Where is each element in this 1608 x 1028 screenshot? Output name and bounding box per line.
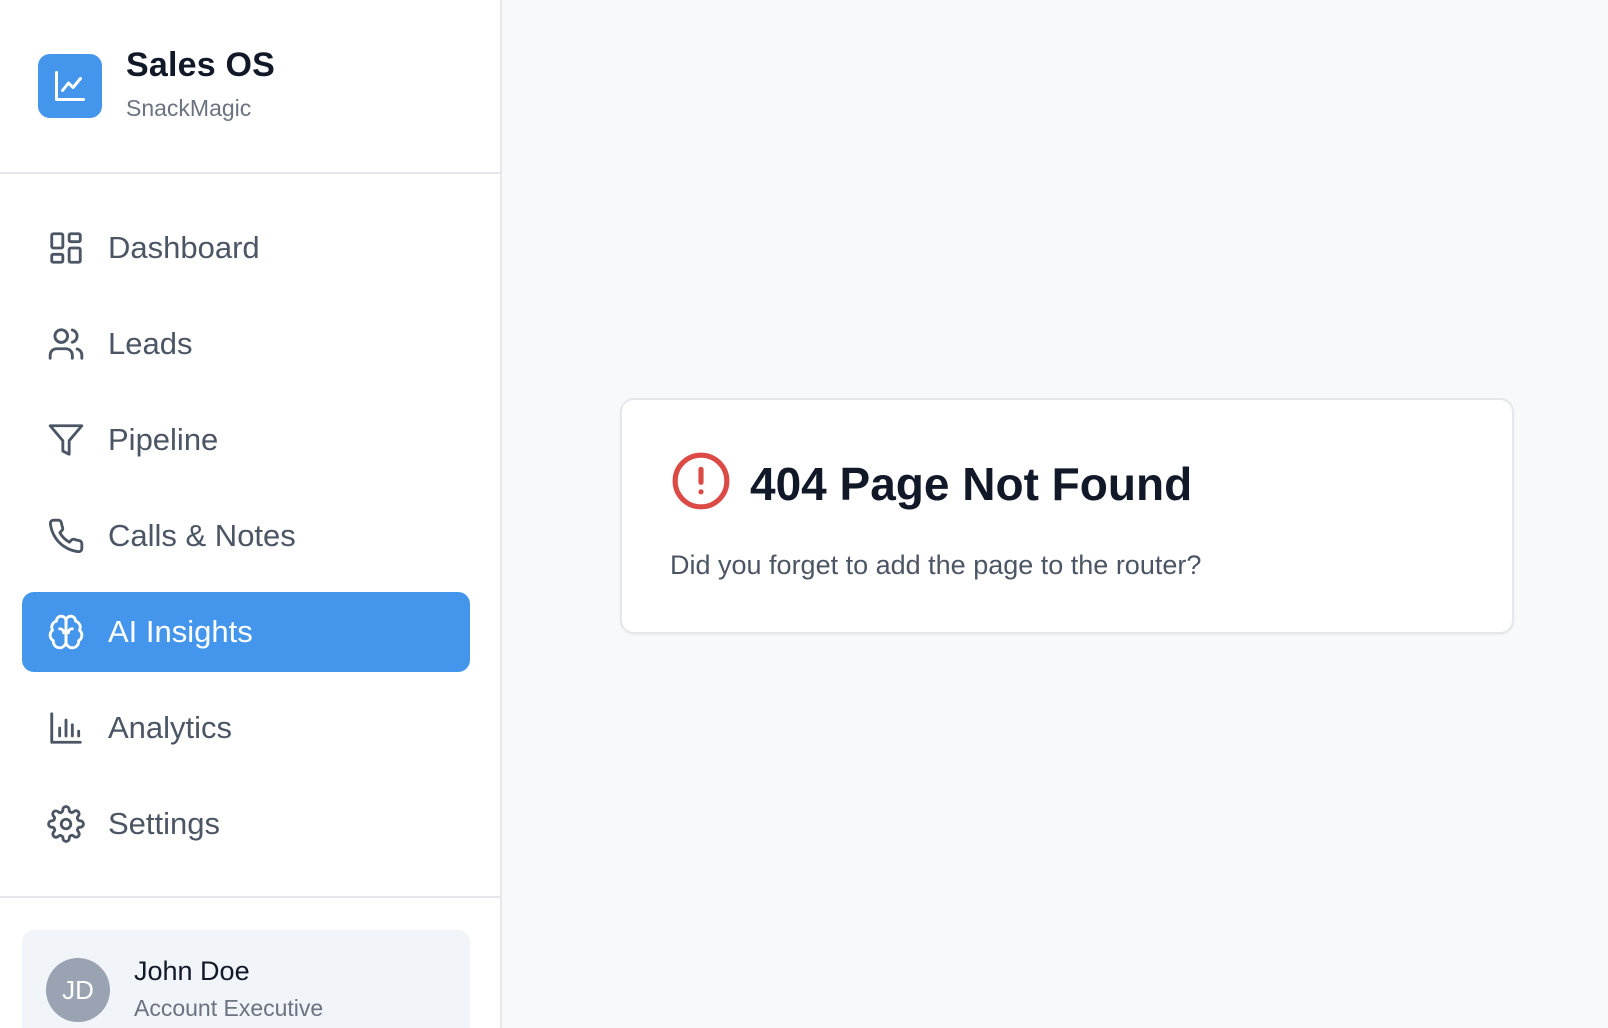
sidebar-item-pipeline[interactable]: Pipeline bbox=[22, 400, 470, 480]
sidebar-item-leads[interactable]: Leads bbox=[22, 304, 470, 384]
dashboard-icon bbox=[46, 228, 86, 268]
brand-header: Sales OS SnackMagic bbox=[0, 0, 500, 174]
user-name: John Doe bbox=[134, 956, 250, 986]
error-card: 404 Page Not Found Did you forget to add… bbox=[620, 398, 1514, 634]
sidebar: Sales OS SnackMagic Dashboard Leads Pipe… bbox=[0, 0, 502, 1028]
alert-circle-icon bbox=[670, 450, 732, 517]
sidebar-item-label: Pipeline bbox=[108, 422, 219, 457]
sidebar-item-label: Calls & Notes bbox=[108, 518, 296, 553]
error-message: Did you forget to add the page to the ro… bbox=[670, 550, 1202, 580]
sidebar-item-calls-notes[interactable]: Calls & Notes bbox=[22, 496, 470, 576]
sidebar-item-ai-insights[interactable]: AI Insights bbox=[22, 592, 470, 672]
sidebar-nav: Dashboard Leads Pipeline Calls & Notes A… bbox=[22, 208, 470, 864]
app-title: Sales OS bbox=[126, 46, 276, 84]
app-subtitle: SnackMagic bbox=[126, 95, 252, 121]
user-profile-card[interactable]: JD John Doe Account Executive bbox=[22, 930, 470, 1028]
brain-icon bbox=[46, 612, 86, 652]
sidebar-item-label: Settings bbox=[108, 806, 221, 841]
funnel-icon bbox=[46, 420, 86, 460]
bar-chart-icon bbox=[46, 708, 86, 748]
user-role: Account Executive bbox=[134, 995, 324, 1021]
user-info: John Doe Account Executive bbox=[134, 956, 323, 1022]
sidebar-item-label: Dashboard bbox=[108, 230, 260, 265]
sidebar-item-label: AI Insights bbox=[108, 614, 253, 649]
sidebar-divider bbox=[0, 896, 500, 898]
sidebar-item-label: Leads bbox=[108, 326, 193, 361]
avatar: JD bbox=[46, 958, 110, 1022]
phone-icon bbox=[46, 516, 86, 556]
sidebar-item-settings[interactable]: Settings bbox=[22, 784, 470, 864]
sidebar-item-dashboard[interactable]: Dashboard bbox=[22, 208, 470, 288]
brand-logo[interactable] bbox=[38, 54, 102, 118]
error-header: 404 Page Not Found bbox=[670, 450, 1192, 517]
line-chart-icon bbox=[55, 71, 85, 101]
sidebar-item-analytics[interactable]: Analytics bbox=[22, 688, 470, 768]
users-icon bbox=[46, 324, 86, 364]
gear-icon bbox=[46, 804, 86, 844]
brand-text: Sales OS SnackMagic bbox=[126, 46, 275, 122]
error-title: 404 Page Not Found bbox=[750, 457, 1193, 510]
sidebar-item-label: Analytics bbox=[108, 710, 233, 745]
